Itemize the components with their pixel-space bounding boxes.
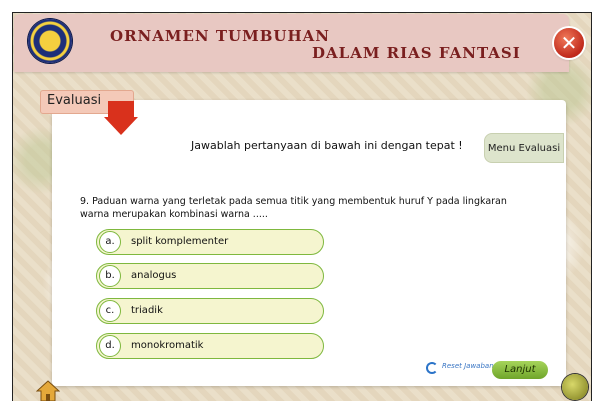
option-d[interactable]: d. monokromatik [96,333,324,359]
option-text: split komplementer [131,236,229,247]
close-icon[interactable]: ✕ [554,28,584,58]
university-logo [28,19,72,63]
option-text: monokromatik [131,340,204,351]
title-line-1: ORNAMEN TUMBUHAN [110,27,330,45]
evaluasi-label: Evaluasi [47,93,102,108]
option-text: analogus [131,270,177,281]
arrow-down-icon [108,101,134,117]
next-button[interactable]: Lanjut [492,361,548,379]
option-letter: a. [99,231,121,253]
reset-icon[interactable] [426,362,438,374]
instruction-text: Jawablah pertanyaan di bawah ini dengan … [191,139,463,152]
option-letter: d. [99,335,121,357]
arrow-down-head [104,117,138,135]
speaker-icon[interactable] [562,374,588,400]
option-letter: c. [99,300,121,322]
header-banner: ORNAMEN TUMBUHAN DALAM RIAS FANTASI [14,14,569,72]
question-text: 9. Paduan warna yang terletak pada semua… [80,196,507,220]
menu-evaluasi-button[interactable]: Menu Evaluasi [484,133,564,163]
option-text: triadik [131,305,163,316]
home-icon[interactable] [36,380,60,401]
title-line-2: DALAM RIAS FANTASI [312,44,521,62]
option-a[interactable]: a. split komplementer [96,229,324,255]
option-letter: b. [99,265,121,287]
option-b[interactable]: b. analogus [96,263,324,289]
reset-answer-link[interactable]: Reset Jawaban [442,362,494,370]
option-c[interactable]: c. triadik [96,298,324,324]
